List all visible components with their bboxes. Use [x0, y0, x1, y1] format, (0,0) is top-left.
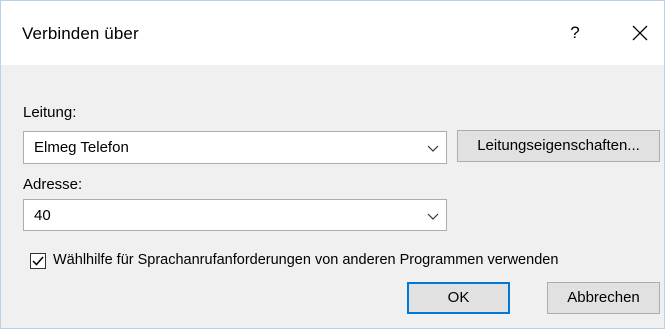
chevron-down-icon: [427, 213, 439, 220]
address-select[interactable]: 40: [23, 199, 447, 231]
checkmark-icon: [32, 256, 44, 266]
title-bar: Verbinden über ?: [1, 1, 664, 65]
cancel-button[interactable]: Abbrechen: [547, 282, 660, 314]
close-button[interactable]: [625, 19, 655, 47]
dialog-title: Verbinden über: [22, 24, 139, 43]
address-label: Adresse:: [23, 176, 83, 193]
line-select[interactable]: Elmeg Telefon: [23, 131, 447, 164]
line-label: Leitung:: [23, 104, 77, 121]
ok-button[interactable]: OK: [407, 282, 510, 314]
dialing-helper-label[interactable]: Wählhilfe für Sprachanrufanforderungen v…: [53, 252, 558, 268]
chevron-down-icon: [427, 145, 439, 152]
dialing-helper-checkbox[interactable]: [30, 253, 46, 269]
line-properties-button[interactable]: Leitungseigenschaften...: [457, 130, 660, 162]
address-select-value: 40: [34, 207, 51, 224]
line-select-value: Elmeg Telefon: [34, 139, 129, 156]
connect-via-dialog: Verbinden über ? Leitung: Elmeg Telefon …: [0, 0, 665, 329]
close-icon: [632, 25, 648, 41]
help-button[interactable]: ?: [561, 19, 589, 47]
